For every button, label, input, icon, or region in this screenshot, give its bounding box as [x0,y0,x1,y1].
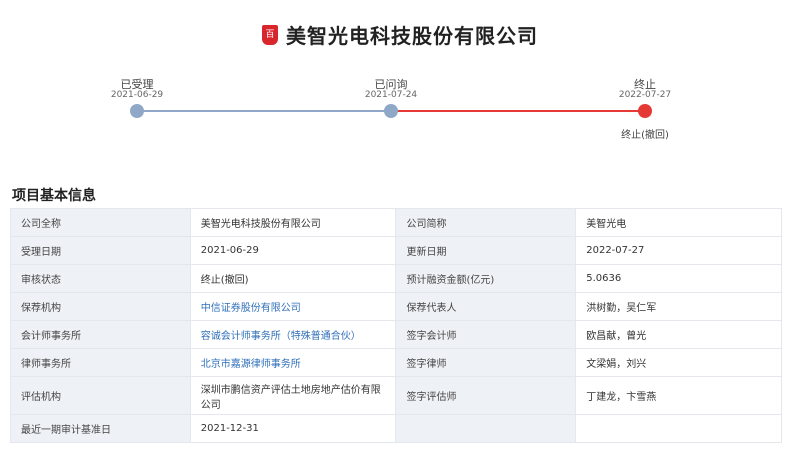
info-label: 评估机构 [10,376,191,415]
info-label: 预计融资金额(亿元) [395,264,577,293]
table-row: 审核状态 终止(撤回) 预计融资金额(亿元) 5.0636 [10,264,782,293]
info-label: 更新日期 [395,236,577,265]
table-row: 评估机构 深圳市鹏信资产评估土地房地产估价有限公司 签字评估师 丁建龙，卞雪燕 [10,376,782,415]
info-value: 洪树勤，吴仁军 [575,292,782,321]
info-label: 审核状态 [10,264,191,293]
info-label: 公司简称 [395,208,577,237]
info-label: 签字评估师 [395,376,577,415]
info-value-link[interactable]: 北京市嘉源律师事务所 [189,348,397,377]
info-value: 丁建龙，卞雪燕 [575,376,782,415]
table-row: 保荐机构 中信证券股份有限公司 保荐代表人 洪树勤，吴仁军 [10,292,782,321]
table-row: 最近一期审计基准日 2021-12-31 [10,414,782,443]
info-value: 2021-06-29 [189,236,397,265]
info-label: 会计师事务所 [10,320,191,349]
info-label: 受理日期 [10,236,191,265]
section-title: 项目基本信息 [12,188,96,204]
timeline-step-date-accepted: 2021-06-29 [110,90,164,100]
progress-timeline: 已受理 2021-06-29 已问询 2021-07-24 终止 2022-07… [0,72,800,142]
info-label: 保荐代表人 [395,292,577,321]
timeline-node-inquired [384,104,398,118]
timeline-step-status-terminated: 终止(撤回) [621,130,669,141]
info-value: 欧昌献，曾光 [575,320,782,349]
info-value: 美智光电科技股份有限公司 [189,208,397,237]
company-logo-icon: 百 [262,24,278,45]
info-label [395,414,577,443]
table-row: 律师事务所 北京市嘉源律师事务所 签字律师 文梁娟，刘兴 [10,348,782,377]
law-firm-link[interactable]: 北京市嘉源律师事务所 [201,359,301,370]
timeline-segment-terminated [391,110,645,112]
info-value: 终止(撤回) [189,264,397,293]
info-value: 2021-12-31 [189,414,397,443]
page-title: 美智光电科技股份有限公司 [286,24,538,48]
info-value: 深圳市鹏信资产评估土地房地产估价有限公司 [189,376,397,415]
info-label: 保荐机构 [10,292,191,321]
table-row: 公司全称 美智光电科技股份有限公司 公司简称 美智光电 [10,208,782,237]
timeline-step-date-terminated: 2022-07-27 [618,90,672,100]
info-label: 签字律师 [395,348,577,377]
info-label: 签字会计师 [395,320,577,349]
timeline-node-terminated [638,104,652,118]
sponsor-link[interactable]: 中信证券股份有限公司 [201,303,301,314]
page-header: 百 美智光电科技股份有限公司 [0,20,800,49]
info-value: 2022-07-27 [575,236,782,265]
timeline-node-accepted [130,104,144,118]
timeline-segment-completed [137,110,391,112]
info-value: 5.0636 [575,264,782,293]
info-label: 最近一期审计基准日 [10,414,191,443]
info-label: 公司全称 [10,208,191,237]
info-value-link[interactable]: 中信证券股份有限公司 [189,292,397,321]
info-label: 律师事务所 [10,348,191,377]
accounting-firm-link[interactable]: 容诚会计师事务所（特殊普通合伙） [201,331,361,342]
info-value: 美智光电 [575,208,782,237]
info-value-link[interactable]: 容诚会计师事务所（特殊普通合伙） [189,320,397,349]
project-info-table: 公司全称 美智光电科技股份有限公司 公司简称 美智光电 受理日期 2021-06… [10,208,782,443]
table-row: 受理日期 2021-06-29 更新日期 2022-07-27 [10,236,782,265]
table-row: 会计师事务所 容诚会计师事务所（特殊普通合伙） 签字会计师 欧昌献，曾光 [10,320,782,349]
info-value: 文梁娟，刘兴 [575,348,782,377]
info-value [575,414,782,443]
timeline-step-date-inquired: 2021-07-24 [364,90,418,100]
